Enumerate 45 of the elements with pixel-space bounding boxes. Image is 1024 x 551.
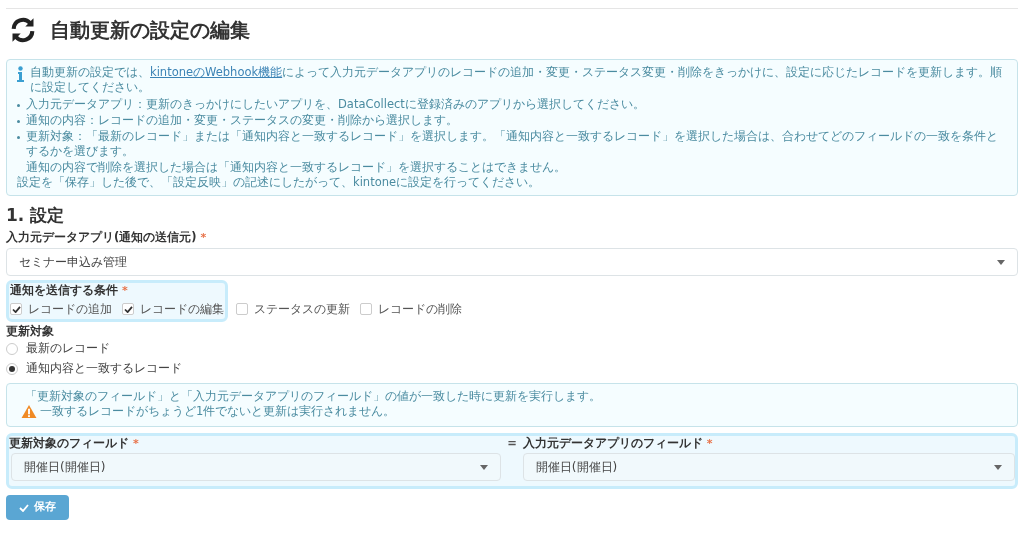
checkbox[interactable] (360, 303, 372, 315)
checkbox[interactable] (10, 303, 22, 315)
required-mark: * (200, 231, 207, 244)
webhook-link[interactable]: kintoneのWebhook機能 (150, 65, 283, 79)
checkbox-label: レコードの編集 (140, 301, 224, 318)
info-bullet: 通知の内容：レコードの追加・変更・ステータスの変更・削除から選択します。 (26, 113, 458, 128)
info-bullet-note: 通知の内容で削除を選択した場合は「通知内容と一致するレコード」を選択することはできません。 (25, 160, 567, 175)
required-mark: * (133, 437, 139, 450)
radio-button[interactable] (6, 343, 18, 355)
checkbox-label: レコードの追加 (28, 301, 112, 318)
field-label: 更新対象のフィールド (9, 436, 129, 450)
radio-button[interactable] (6, 363, 18, 375)
section-heading: 1. 設定 (6, 204, 66, 226)
field-label: 更新対象 (6, 324, 55, 339)
field-label: 入力元データアプリ(通知の送信元) (6, 230, 197, 244)
info-bullet: 更新対象：「最新のレコード」または「通知内容と一致するレコード」を選択します。「通知内容と一致するレコード」を選択した場合は、合わせてどのフィールドの一致を条件とするかを選びます。 (26, 129, 999, 159)
radio-label: 通知内容と一致するレコード (26, 360, 182, 378)
check-icon (19, 503, 29, 512)
info-footer: 設定を「保存」した後で、「設定反映」の記述にしたがって、kintoneに設定を行ってください。 (17, 175, 1007, 190)
caret-icon (997, 259, 1005, 265)
info-icon (17, 66, 24, 82)
checkbox[interactable] (122, 303, 134, 315)
radio-label: 最新のレコード (26, 340, 110, 358)
field-label: 通知を送信する条件 (10, 283, 118, 297)
info-text: 自動更新の設定では、kintoneのWebhook機能によって入力元データアプリのレコードの追加・変更・ステータス変更・削除をきっかけに、設定に応じたレコードを更新します。順に設定してください。 (30, 65, 1004, 95)
equals-sign: = (507, 436, 517, 451)
required-mark: * (122, 284, 128, 297)
bullet-icon (17, 136, 20, 139)
warning-text: 一致するレコードがちょうど1件でないと更新は実行されません。 (40, 404, 396, 419)
checkbox-label: レコードの削除 (378, 301, 462, 318)
caret-icon (480, 464, 489, 470)
checkbox-label: ステータスの更新 (254, 301, 350, 318)
required-mark: * (706, 437, 713, 450)
notice-text: 「更新対象のフィールド」と「入力元データアプリのフィールド」の値が一致した時に更新を実行します。 (25, 389, 602, 404)
warning-icon (21, 405, 37, 418)
bullet-icon (17, 120, 20, 123)
checkbox[interactable] (236, 303, 248, 315)
info-bullet: 入力元データアプリ：更新のきっかけにしたいアプリを、DataCollectに登録済みのアプリから選択してください。 (26, 97, 645, 112)
caret-icon (994, 464, 1002, 470)
dropdown[interactable]: セミナー申込み管理 (6, 248, 1018, 276)
page-title: 自動更新の設定の編集 (50, 17, 250, 44)
dropdown[interactable]: 開催日(開催日) (11, 453, 502, 481)
field-label: 入力元データアプリのフィールド (522, 436, 703, 450)
bullet-icon (17, 104, 20, 107)
dropdown[interactable]: 開催日(開催日) (522, 453, 1015, 481)
